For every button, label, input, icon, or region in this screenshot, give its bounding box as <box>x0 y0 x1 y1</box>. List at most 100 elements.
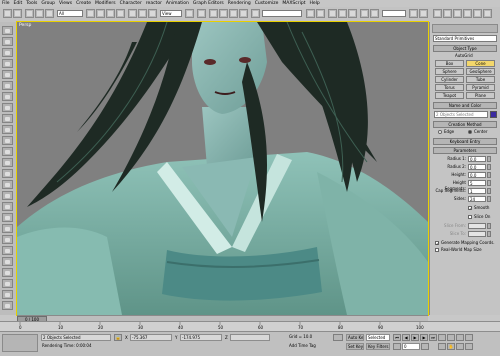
height-spinner[interactable] <box>487 172 491 178</box>
object-name-field[interactable]: 2 Objects Selected <box>434 111 488 118</box>
real-world-map-checkbox[interactable] <box>435 248 439 252</box>
tool-button-21[interactable] <box>2 246 13 255</box>
menu-help[interactable]: Help <box>308 0 322 7</box>
sides-spinner[interactable] <box>487 196 491 202</box>
render-scene-button[interactable] <box>370 9 379 18</box>
add-time-tag[interactable]: Add Time Tag <box>288 343 330 350</box>
tool-button-24[interactable] <box>2 279 13 288</box>
tool-button-23[interactable] <box>2 268 13 277</box>
menu-animation[interactable]: Animation <box>164 0 191 7</box>
set-key-button[interactable]: Set Key <box>346 343 364 350</box>
select-rotate-button[interactable] <box>138 9 147 18</box>
cylinder-button[interactable]: Cylinder <box>435 76 464 83</box>
pan-view-button[interactable]: ✋ <box>447 343 455 350</box>
viewport-label[interactable]: Persp <box>19 23 31 28</box>
cone-button[interactable]: Cone <box>466 60 495 67</box>
play-button[interactable]: ▶ <box>411 334 419 341</box>
tool-button-2[interactable] <box>2 37 13 46</box>
field-of-view-button[interactable] <box>438 343 446 350</box>
key-mode-toggle[interactable] <box>393 343 401 350</box>
select-by-name-button[interactable] <box>96 9 105 18</box>
smooth-checkbox[interactable]: ✓ <box>468 206 472 211</box>
radius2-spinner[interactable] <box>487 164 491 170</box>
select-object-button[interactable] <box>86 9 95 18</box>
tool-button-13[interactable] <box>2 158 13 167</box>
autogrid-label[interactable]: AutoGrid <box>455 53 473 58</box>
box-button[interactable]: Box <box>435 60 464 67</box>
hierarchy-tab[interactable] <box>453 9 462 18</box>
previous-frame-button[interactable]: ◀ <box>402 334 410 341</box>
spinner-snap-button[interactable] <box>239 9 248 18</box>
utilities-tab[interactable] <box>483 9 492 18</box>
bind-space-warp-button[interactable] <box>45 9 54 18</box>
tool-button-3[interactable] <box>2 48 13 57</box>
angle-snap-button[interactable] <box>219 9 228 18</box>
select-link-button[interactable] <box>25 9 34 18</box>
undo-button[interactable] <box>3 9 12 18</box>
lock-selection-button[interactable]: 🔒 <box>114 334 122 341</box>
slice-to-spinner[interactable] <box>487 231 491 237</box>
menu-group[interactable]: Group <box>39 0 57 7</box>
material-editor-button[interactable] <box>360 9 369 18</box>
motion-tab[interactable] <box>463 9 472 18</box>
slice-from-spinner[interactable] <box>487 223 491 229</box>
align-button[interactable] <box>316 9 325 18</box>
edge-radio[interactable] <box>438 130 442 134</box>
tool-button-12[interactable] <box>2 147 13 156</box>
object-color-swatch[interactable] <box>490 111 497 118</box>
tool-button-26[interactable] <box>2 301 13 310</box>
tool-button-10[interactable] <box>2 125 13 134</box>
current-frame-field[interactable]: 0 <box>402 343 420 350</box>
reference-coord-dropdown[interactable]: View <box>160 10 182 17</box>
tool-button-7[interactable] <box>2 92 13 101</box>
radius2-field[interactable]: 0.0 <box>468 164 486 170</box>
next-frame-button[interactable]: ▶ <box>420 334 428 341</box>
tool-button-17[interactable] <box>2 202 13 211</box>
set-key-mode-button[interactable] <box>333 334 343 341</box>
sphere-button[interactable]: Sphere <box>435 68 464 75</box>
slice-to-field[interactable] <box>468 231 486 237</box>
generate-mapping-checkbox[interactable]: ✓ <box>435 241 439 246</box>
mirror-button[interactable] <box>306 9 315 18</box>
tool-button-4[interactable] <box>2 59 13 68</box>
menu-create[interactable]: Create <box>74 0 93 7</box>
radius1-spinner[interactable] <box>487 156 491 162</box>
pivot-center-button[interactable] <box>185 9 194 18</box>
tube-button[interactable]: Tube <box>466 76 495 83</box>
tool-button-1[interactable] <box>2 26 13 35</box>
height-segments-spinner[interactable] <box>487 180 491 186</box>
menu-maxscript[interactable]: MAXScript <box>280 0 307 7</box>
slice-from-field[interactable] <box>468 223 486 229</box>
menu-character[interactable]: Character <box>118 0 144 7</box>
time-config-button[interactable] <box>421 343 429 350</box>
object-type-rollout[interactable]: Object Type <box>433 45 497 52</box>
key-mode-dropdown[interactable]: Selected <box>366 334 390 341</box>
sides-field[interactable]: 24 <box>468 196 486 202</box>
quick-render-button[interactable] <box>409 9 418 18</box>
arc-rotate-button[interactable] <box>456 343 464 350</box>
named-selection-set-dropdown[interactable] <box>262 10 302 17</box>
select-scale-button[interactable] <box>148 9 157 18</box>
selection-filter-dropdown[interactable]: All <box>57 10 83 17</box>
keyboard-entry-rollout[interactable]: Keyboard Entry <box>433 138 497 145</box>
name-color-rollout[interactable]: Name and Color <box>433 102 497 109</box>
tool-button-11[interactable] <box>2 136 13 145</box>
active-shade-button[interactable] <box>419 9 428 18</box>
menu-tools[interactable]: Tools <box>24 0 39 7</box>
tool-button-5[interactable] <box>2 70 13 79</box>
tool-button-9[interactable] <box>2 114 13 123</box>
render-type-dropdown[interactable] <box>382 10 406 17</box>
z-coordinate-field[interactable] <box>230 334 270 341</box>
maxscript-listener-mini[interactable] <box>2 334 38 352</box>
select-move-button[interactable] <box>128 9 137 18</box>
teapot-button[interactable]: Teapot <box>435 92 464 99</box>
zoom-extents-all-button[interactable] <box>465 334 473 341</box>
redo-button[interactable] <box>13 9 22 18</box>
parameters-rollout[interactable]: Parameters <box>433 147 497 154</box>
menu-graph-editors[interactable]: Graph Editors <box>191 0 226 7</box>
x-coordinate-field[interactable]: -75.367 <box>130 334 172 341</box>
tool-button-25[interactable] <box>2 290 13 299</box>
key-filters-button[interactable]: Key Filters... <box>366 343 390 350</box>
menu-file[interactable]: File <box>0 0 12 7</box>
menu-customize[interactable]: Customize <box>253 0 281 7</box>
